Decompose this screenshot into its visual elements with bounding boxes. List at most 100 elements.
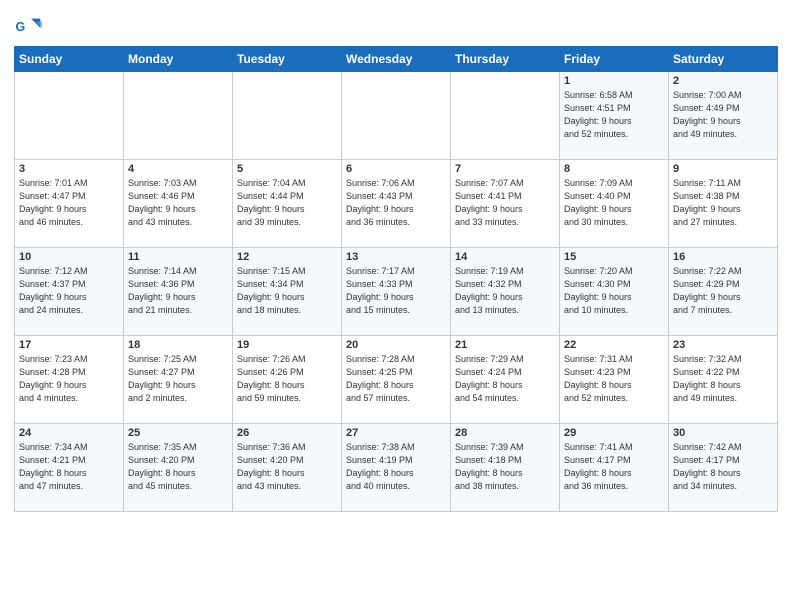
calendar-cell: [233, 72, 342, 160]
day-info: Sunrise: 7:15 AM Sunset: 4:34 PM Dayligh…: [237, 265, 337, 317]
calendar-cell: 26 Sunrise: 7:36 AM Sunset: 4:20 PM Dayli…: [233, 424, 342, 512]
calendar-cell: 1 Sunrise: 6:58 AM Sunset: 4:51 PM Daylig…: [560, 72, 669, 160]
day-number: 21: [455, 339, 555, 351]
header: G: [14, 10, 778, 42]
day-number: 5: [237, 163, 337, 175]
calendar-cell: 13 Sunrise: 7:17 AM Sunset: 4:33 PM Dayli…: [342, 248, 451, 336]
day-info: Sunrise: 7:32 AM Sunset: 4:22 PM Dayligh…: [673, 353, 773, 405]
day-info: Sunrise: 7:20 AM Sunset: 4:30 PM Dayligh…: [564, 265, 664, 317]
day-info: Sunrise: 6:58 AM Sunset: 4:51 PM Dayligh…: [564, 89, 664, 141]
calendar-cell: 5 Sunrise: 7:04 AM Sunset: 4:44 PM Daylig…: [233, 160, 342, 248]
day-number: 20: [346, 339, 446, 351]
day-number: 28: [455, 427, 555, 439]
logo-icon: G: [14, 14, 42, 42]
week-row-2: 10 Sunrise: 7:12 AM Sunset: 4:37 PM Dayli…: [15, 248, 778, 336]
week-row-0: 1 Sunrise: 6:58 AM Sunset: 4:51 PM Daylig…: [15, 72, 778, 160]
calendar-cell: 2Sunrise: 7:00 AM Sunset: 4:49 PM Daylig…: [669, 72, 778, 160]
calendar-cell: 17 Sunrise: 7:23 AM Sunset: 4:28 PM Dayli…: [15, 336, 124, 424]
week-row-4: 24 Sunrise: 7:34 AM Sunset: 4:21 PM Dayli…: [15, 424, 778, 512]
day-info: Sunrise: 7:07 AM Sunset: 4:41 PM Dayligh…: [455, 177, 555, 229]
day-number: 15: [564, 251, 664, 263]
calendar-cell: 9 Sunrise: 7:11 AM Sunset: 4:38 PM Daylig…: [669, 160, 778, 248]
calendar-cell: 15 Sunrise: 7:20 AM Sunset: 4:30 PM Dayli…: [560, 248, 669, 336]
header-sunday: Sunday: [15, 47, 124, 72]
day-info: Sunrise: 7:06 AM Sunset: 4:43 PM Dayligh…: [346, 177, 446, 229]
svg-text:G: G: [16, 20, 26, 34]
day-info: Sunrise: 7:01 AM Sunset: 4:47 PM Dayligh…: [19, 177, 119, 229]
calendar-cell: 7Sunrise: 7:07 AM Sunset: 4:41 PM Daylig…: [451, 160, 560, 248]
calendar-table: SundayMondayTuesdayWednesdayThursdayFrid…: [14, 46, 778, 512]
day-info: Sunrise: 7:23 AM Sunset: 4:28 PM Dayligh…: [19, 353, 119, 405]
header-wednesday: Wednesday: [342, 47, 451, 72]
calendar-cell: 16 Sunrise: 7:22 AM Sunset: 4:29 PM Dayli…: [669, 248, 778, 336]
day-info: Sunrise: 7:42 AM Sunset: 4:17 PM Dayligh…: [673, 441, 773, 493]
calendar-cell: [15, 72, 124, 160]
calendar-page: G SundayMondayTuesdayWednesdayThursdayFr…: [0, 0, 792, 612]
week-row-1: 3 Sunrise: 7:01 AM Sunset: 4:47 PM Daylig…: [15, 160, 778, 248]
day-info: Sunrise: 7:03 AM Sunset: 4:46 PM Dayligh…: [128, 177, 228, 229]
day-info: Sunrise: 7:36 AM Sunset: 4:20 PM Dayligh…: [237, 441, 337, 493]
day-number: 22: [564, 339, 664, 351]
day-info: Sunrise: 7:31 AM Sunset: 4:23 PM Dayligh…: [564, 353, 664, 405]
day-info: Sunrise: 7:11 AM Sunset: 4:38 PM Dayligh…: [673, 177, 773, 229]
calendar-cell: 25 Sunrise: 7:35 AM Sunset: 4:20 PM Dayli…: [124, 424, 233, 512]
day-number: 6: [346, 163, 446, 175]
day-number: 12: [237, 251, 337, 263]
calendar-cell: 12 Sunrise: 7:15 AM Sunset: 4:34 PM Dayli…: [233, 248, 342, 336]
day-info: Sunrise: 7:35 AM Sunset: 4:20 PM Dayligh…: [128, 441, 228, 493]
day-info: Sunrise: 7:34 AM Sunset: 4:21 PM Dayligh…: [19, 441, 119, 493]
calendar-cell: [451, 72, 560, 160]
calendar-cell: 30Sunrise: 7:42 AM Sunset: 4:17 PM Dayli…: [669, 424, 778, 512]
day-info: Sunrise: 7:12 AM Sunset: 4:37 PM Dayligh…: [19, 265, 119, 317]
header-friday: Friday: [560, 47, 669, 72]
day-number: 16: [673, 251, 773, 263]
day-info: Sunrise: 7:09 AM Sunset: 4:40 PM Dayligh…: [564, 177, 664, 229]
calendar-cell: 19Sunrise: 7:26 AM Sunset: 4:26 PM Dayli…: [233, 336, 342, 424]
calendar-cell: 22 Sunrise: 7:31 AM Sunset: 4:23 PM Dayli…: [560, 336, 669, 424]
week-row-3: 17 Sunrise: 7:23 AM Sunset: 4:28 PM Dayli…: [15, 336, 778, 424]
calendar-cell: 27 Sunrise: 7:38 AM Sunset: 4:19 PM Dayli…: [342, 424, 451, 512]
day-number: 13: [346, 251, 446, 263]
day-info: Sunrise: 7:29 AM Sunset: 4:24 PM Dayligh…: [455, 353, 555, 405]
day-number: 10: [19, 251, 119, 263]
day-number: 24: [19, 427, 119, 439]
calendar-cell: 3 Sunrise: 7:01 AM Sunset: 4:47 PM Daylig…: [15, 160, 124, 248]
calendar-cell: [342, 72, 451, 160]
calendar-cell: 21 Sunrise: 7:29 AM Sunset: 4:24 PM Dayli…: [451, 336, 560, 424]
day-info: Sunrise: 7:39 AM Sunset: 4:18 PM Dayligh…: [455, 441, 555, 493]
header-tuesday: Tuesday: [233, 47, 342, 72]
day-number: 3: [19, 163, 119, 175]
header-row: SundayMondayTuesdayWednesdayThursdayFrid…: [15, 47, 778, 72]
day-info: Sunrise: 7:41 AM Sunset: 4:17 PM Dayligh…: [564, 441, 664, 493]
day-info: Sunrise: 7:19 AM Sunset: 4:32 PM Dayligh…: [455, 265, 555, 317]
calendar-cell: 10 Sunrise: 7:12 AM Sunset: 4:37 PM Dayli…: [15, 248, 124, 336]
day-number: 17: [19, 339, 119, 351]
day-info: Sunrise: 7:25 AM Sunset: 4:27 PM Dayligh…: [128, 353, 228, 405]
day-info: Sunrise: 7:22 AM Sunset: 4:29 PM Dayligh…: [673, 265, 773, 317]
calendar-cell: 29 Sunrise: 7:41 AM Sunset: 4:17 PM Dayli…: [560, 424, 669, 512]
day-number: 1: [564, 75, 664, 87]
day-info: Sunrise: 7:38 AM Sunset: 4:19 PM Dayligh…: [346, 441, 446, 493]
calendar-cell: 18Sunrise: 7:25 AM Sunset: 4:27 PM Dayli…: [124, 336, 233, 424]
day-number: 23: [673, 339, 773, 351]
day-number: 9: [673, 163, 773, 175]
day-info: Sunrise: 7:04 AM Sunset: 4:44 PM Dayligh…: [237, 177, 337, 229]
day-number: 29: [564, 427, 664, 439]
day-info: Sunrise: 7:28 AM Sunset: 4:25 PM Dayligh…: [346, 353, 446, 405]
calendar-cell: [124, 72, 233, 160]
calendar-cell: 23 Sunrise: 7:32 AM Sunset: 4:22 PM Dayli…: [669, 336, 778, 424]
calendar-cell: 4Sunrise: 7:03 AM Sunset: 4:46 PM Daylig…: [124, 160, 233, 248]
day-info: Sunrise: 7:17 AM Sunset: 4:33 PM Dayligh…: [346, 265, 446, 317]
day-info: Sunrise: 7:00 AM Sunset: 4:49 PM Dayligh…: [673, 89, 773, 141]
header-thursday: Thursday: [451, 47, 560, 72]
day-number: 26: [237, 427, 337, 439]
day-number: 25: [128, 427, 228, 439]
day-number: 27: [346, 427, 446, 439]
calendar-cell: 6 Sunrise: 7:06 AM Sunset: 4:43 PM Daylig…: [342, 160, 451, 248]
header-monday: Monday: [124, 47, 233, 72]
day-number: 11: [128, 251, 228, 263]
day-number: 8: [564, 163, 664, 175]
calendar-cell: 20 Sunrise: 7:28 AM Sunset: 4:25 PM Dayli…: [342, 336, 451, 424]
header-saturday: Saturday: [669, 47, 778, 72]
calendar-cell: 24 Sunrise: 7:34 AM Sunset: 4:21 PM Dayli…: [15, 424, 124, 512]
